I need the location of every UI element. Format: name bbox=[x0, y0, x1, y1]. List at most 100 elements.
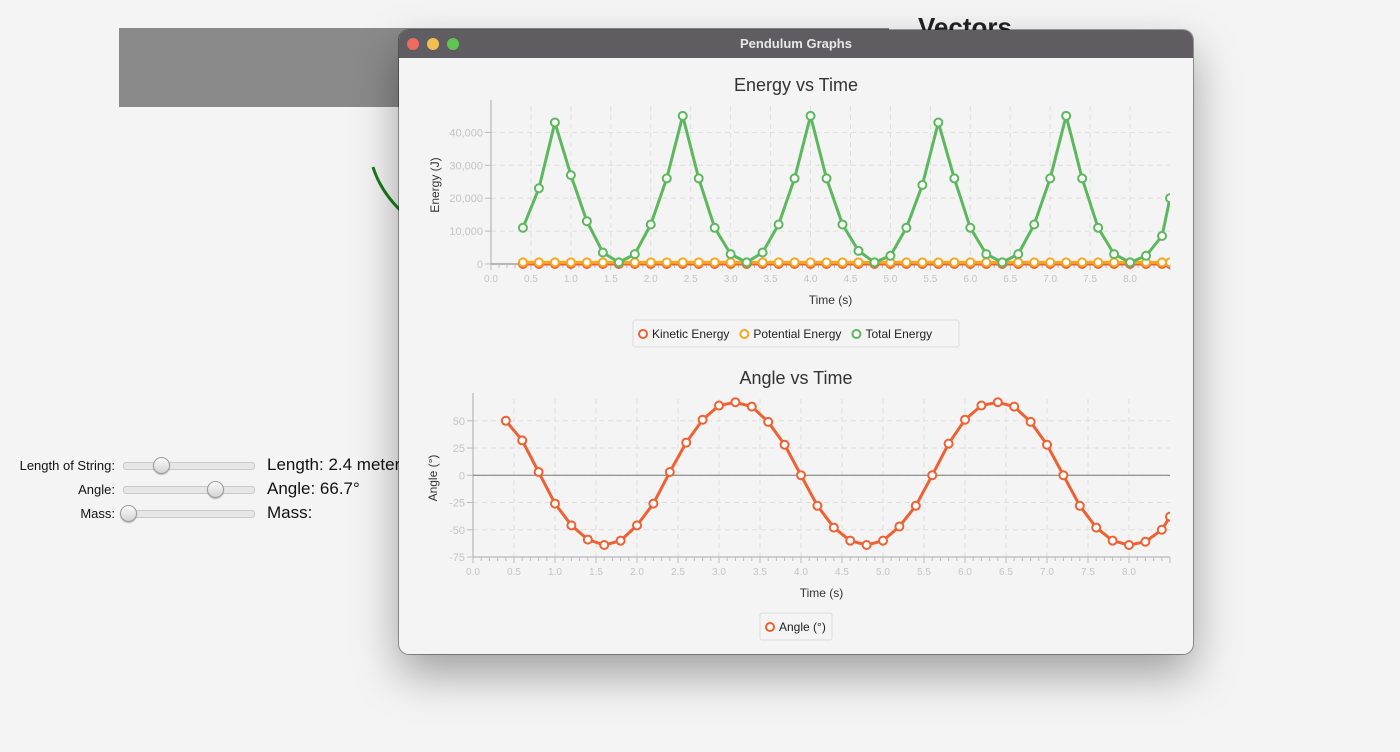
data-point bbox=[1061, 257, 1072, 268]
data-point bbox=[709, 222, 720, 233]
x-tick-label: 6.5 bbox=[999, 567, 1013, 578]
x-axis-label: Time (s) bbox=[809, 293, 853, 307]
data-point bbox=[992, 397, 1003, 408]
pendulum-string-arc bbox=[371, 166, 402, 212]
length-control-row: Length of String: Length: 2.4 meters bbox=[0, 455, 420, 475]
data-point bbox=[927, 470, 938, 481]
x-tick-label: 6.0 bbox=[963, 274, 977, 285]
charts-area: Energy vs Time 0 10,000 20,000 30,000 40,000 0… bbox=[426, 75, 1171, 641]
data-point bbox=[861, 540, 872, 551]
data-point bbox=[565, 170, 576, 181]
legend-marker bbox=[765, 622, 775, 632]
chart-2: Angle vs Time -75 -50 -25 0 25 50 0.0 0.5 1.0 1.5 2… bbox=[426, 368, 1171, 641]
data-point bbox=[1029, 219, 1040, 230]
mass-slider-track[interactable] bbox=[123, 510, 255, 518]
legend-marker bbox=[638, 329, 648, 339]
data-point bbox=[917, 180, 928, 190]
y-tick-label: 20,000 bbox=[449, 193, 483, 205]
mass-slider-thumb[interactable] bbox=[120, 505, 137, 522]
data-point bbox=[648, 498, 659, 509]
data-point bbox=[677, 257, 688, 268]
data-point bbox=[1009, 401, 1020, 412]
angle-value: Angle: 66.7° bbox=[267, 479, 360, 498]
data-point bbox=[681, 437, 692, 448]
length-slider-thumb[interactable] bbox=[152, 457, 170, 474]
data-point bbox=[517, 435, 528, 446]
data-point bbox=[693, 173, 704, 184]
data-point bbox=[1156, 524, 1167, 535]
y-tick-label: -75 bbox=[449, 552, 465, 564]
data-point bbox=[581, 216, 592, 227]
data-point bbox=[533, 467, 544, 478]
data-point bbox=[632, 520, 642, 531]
x-tick-label: 8.0 bbox=[1123, 274, 1137, 285]
data-point bbox=[789, 173, 800, 184]
pendulum-graphs-window: Pendulum Graphs Energy vs Time 0 10,000 20,… bbox=[399, 30, 1193, 654]
x-tick-label: 1.5 bbox=[589, 567, 603, 578]
window-titlebar[interactable]: Pendulum Graphs bbox=[399, 30, 1193, 58]
legend-label: Potential Energy bbox=[753, 327, 841, 341]
data-point bbox=[1042, 439, 1052, 450]
x-tick-label: 5.5 bbox=[923, 274, 937, 285]
data-point bbox=[1165, 257, 1170, 268]
data-point bbox=[805, 257, 816, 268]
y-tick-label: 30,000 bbox=[449, 160, 483, 172]
x-tick-label: 2.0 bbox=[630, 567, 644, 578]
angle-label: Angle: bbox=[78, 482, 115, 497]
x-tick-label: 5.0 bbox=[883, 274, 897, 285]
data-point bbox=[976, 400, 987, 411]
data-point bbox=[805, 110, 816, 121]
data-point bbox=[645, 257, 656, 268]
length-label: Length of String: bbox=[19, 458, 115, 473]
data-point bbox=[565, 257, 576, 268]
data-point bbox=[597, 257, 608, 268]
length-slider-track[interactable] bbox=[123, 462, 255, 470]
data-point bbox=[894, 521, 905, 532]
data-point bbox=[1077, 257, 1088, 268]
angle-slider-track[interactable] bbox=[123, 486, 255, 494]
series-line-1 bbox=[504, 400, 1170, 547]
y-tick-label: 50 bbox=[453, 416, 465, 428]
data-point bbox=[730, 397, 741, 408]
x-tick-label: 2.0 bbox=[644, 274, 658, 285]
mass-control-row: Mass: Mass: bbox=[0, 503, 420, 523]
window-title: Pendulum Graphs bbox=[740, 36, 852, 51]
chart-1: Energy vs Time 0 10,000 20,000 30,000 40,000 0… bbox=[428, 75, 1171, 348]
data-point bbox=[1013, 257, 1024, 268]
chart-title: Angle vs Time bbox=[739, 368, 852, 388]
data-point bbox=[549, 117, 560, 128]
x-tick-label: 0.5 bbox=[507, 567, 521, 578]
data-point bbox=[933, 117, 944, 128]
data-point bbox=[1107, 535, 1118, 546]
data-point bbox=[582, 534, 593, 545]
data-point bbox=[1058, 470, 1069, 481]
legend-label: Angle (°) bbox=[779, 620, 826, 634]
data-point bbox=[1141, 250, 1152, 261]
data-point bbox=[725, 257, 736, 268]
data-point bbox=[981, 249, 992, 260]
data-point bbox=[943, 438, 954, 449]
maximize-window-button[interactable] bbox=[447, 38, 459, 50]
data-point bbox=[757, 247, 768, 258]
data-point bbox=[837, 257, 848, 268]
y-tick-label: -25 bbox=[449, 498, 465, 510]
data-point bbox=[1045, 257, 1056, 268]
data-point bbox=[878, 535, 888, 546]
minimize-window-button[interactable] bbox=[427, 38, 439, 50]
data-point bbox=[901, 222, 912, 233]
data-point bbox=[965, 222, 976, 233]
data-point bbox=[821, 257, 832, 268]
x-tick-label: 3.0 bbox=[712, 567, 726, 578]
data-point bbox=[1074, 500, 1085, 511]
data-point bbox=[664, 467, 675, 478]
data-point bbox=[1093, 222, 1104, 233]
angle-slider-thumb[interactable] bbox=[207, 481, 225, 498]
data-point bbox=[1124, 540, 1134, 551]
data-point bbox=[629, 249, 640, 260]
data-point bbox=[645, 219, 656, 230]
data-point bbox=[661, 173, 672, 184]
data-point bbox=[917, 257, 928, 268]
close-window-button[interactable] bbox=[407, 38, 419, 50]
data-point bbox=[629, 257, 640, 268]
data-point bbox=[853, 245, 864, 256]
